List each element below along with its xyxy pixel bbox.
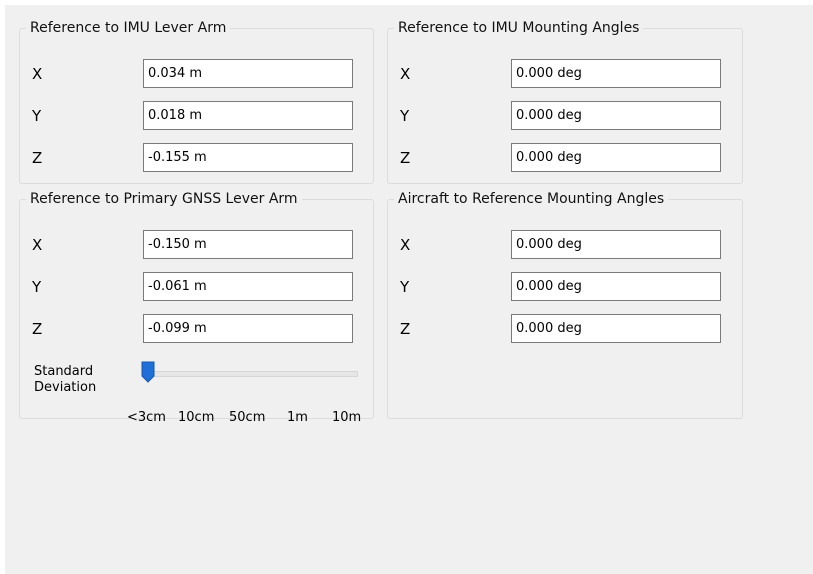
gnss-lever-arm-group: Reference to Primary GNSS Lever Arm X Y … [19, 191, 374, 425]
imu-lever-arm-group: Reference to IMU Lever Arm X Y Z [19, 20, 374, 184]
axis-label-x: X [32, 236, 43, 254]
imu-lever-arm-z-field[interactable] [143, 143, 353, 172]
imu-mounting-x-row: X [388, 59, 742, 89]
gnss-lever-arm-x-row: X [20, 230, 373, 260]
axis-label-x: X [32, 65, 43, 83]
axis-label-z: Z [32, 149, 43, 167]
imu-lever-arm-z-row: Z [20, 143, 373, 173]
gnss-lever-arm-z-row: Z [20, 314, 373, 344]
gnss-lever-arm-x-field[interactable] [143, 230, 353, 259]
settings-panel: Reference to IMU Lever Arm X Y Z Referen… [5, 5, 813, 574]
axis-label-y: Y [400, 107, 410, 125]
axis-label-y: Y [32, 107, 42, 125]
imu-lever-arm-y-field[interactable] [143, 101, 353, 130]
slider-thumb[interactable] [141, 361, 155, 383]
imu-lever-arm-title: Reference to IMU Lever Arm [30, 20, 227, 36]
gnss-lever-arm-y-row: Y [20, 272, 373, 302]
aircraft-mounting-z-row: Z [388, 314, 742, 344]
aircraft-mounting-angles-title: Aircraft to Reference Mounting Angles [398, 191, 665, 207]
tick-label-10m: 10m [332, 410, 362, 425]
axis-label-x: X [400, 65, 411, 83]
imu-lever-arm-x-field[interactable] [143, 59, 353, 88]
imu-mounting-angles-title: Reference to IMU Mounting Angles [398, 20, 640, 36]
aircraft-mounting-x-field[interactable] [511, 230, 721, 259]
axis-label-y: Y [400, 278, 410, 296]
axis-label-z: Z [32, 320, 43, 338]
aircraft-mounting-z-field[interactable] [511, 314, 721, 343]
imu-mounting-y-field[interactable] [511, 101, 721, 130]
axis-label-y: Y [32, 278, 42, 296]
axis-label-x: X [400, 236, 411, 254]
tick-label-1m: 1m [287, 410, 308, 425]
aircraft-mounting-y-field[interactable] [511, 272, 721, 301]
imu-mounting-z-field[interactable] [511, 143, 721, 172]
axis-label-z: Z [400, 320, 411, 338]
standard-deviation-label-line2: Deviation [34, 380, 97, 395]
imu-mounting-z-row: Z [388, 143, 742, 173]
imu-mounting-y-row: Y [388, 101, 742, 131]
standard-deviation-label-line1: Standard [34, 364, 94, 379]
axis-label-z: Z [400, 149, 411, 167]
gnss-lever-arm-y-field[interactable] [143, 272, 353, 301]
tick-label-10cm: 10cm [178, 410, 215, 425]
gnss-lever-arm-title: Reference to Primary GNSS Lever Arm [30, 191, 298, 207]
slider-track[interactable] [142, 371, 358, 377]
imu-lever-arm-x-row: X [20, 59, 373, 89]
aircraft-mounting-x-row: X [388, 230, 742, 260]
aircraft-mounting-y-row: Y [388, 272, 742, 302]
standard-deviation-label: Standard Deviation [34, 364, 96, 396]
tick-label-50cm: 50cm [229, 410, 266, 425]
standard-deviation-slider[interactable] [138, 357, 358, 387]
imu-mounting-x-field[interactable] [511, 59, 721, 88]
imu-mounting-angles-group: Reference to IMU Mounting Angles X Y Z [387, 20, 743, 184]
aircraft-mounting-angles-group: Aircraft to Reference Mounting Angles X … [387, 191, 743, 419]
tick-label-3cm: <3cm [127, 410, 166, 425]
gnss-lever-arm-z-field[interactable] [143, 314, 353, 343]
standard-deviation-tick-labels: <3cm 10cm 50cm 1m 10m [125, 410, 375, 428]
imu-lever-arm-y-row: Y [20, 101, 373, 131]
